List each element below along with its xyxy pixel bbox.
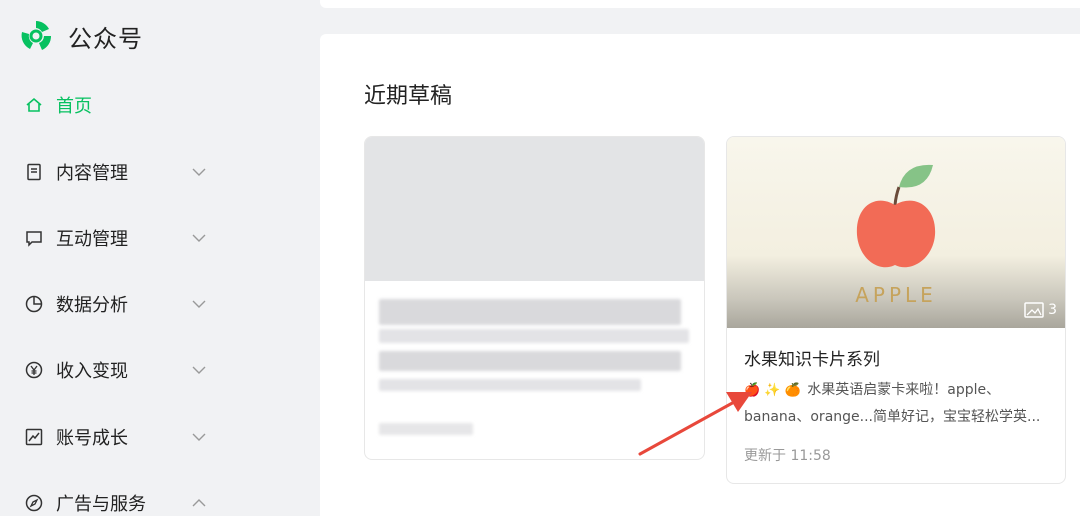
- wechat-oa-logo-icon: [21, 21, 52, 50]
- draft-title: 水果知识卡片系列: [744, 350, 880, 370]
- home-icon: [24, 95, 44, 115]
- nav-item-label: 内容管理: [56, 163, 128, 184]
- yen-icon: [24, 360, 44, 380]
- nav-item-label: 数据分析: [56, 295, 128, 316]
- nav-item-label: 收入变现: [56, 361, 128, 382]
- nav-item-interaction-management[interactable]: 互动管理: [0, 218, 320, 258]
- nav-item-label: 广告与服务: [56, 494, 146, 515]
- chevron-down-icon: [190, 428, 208, 446]
- nav-item-data-analysis[interactable]: 数据分析: [0, 284, 320, 324]
- apple-illustration-icon: [856, 164, 936, 268]
- fruit-emoji-icons: 🍎 ✨ 🍊: [744, 383, 801, 398]
- sidebar: 公众号 首页 内容管理 互动管理 数据分析 收入变现 账号成长 广告与服务: [0, 0, 320, 516]
- nav-item-content-management[interactable]: 内容管理: [0, 152, 320, 192]
- nav-item-label: 账号成长: [56, 428, 128, 449]
- image-count-badge: 3: [1024, 302, 1057, 318]
- message-icon: [24, 228, 44, 248]
- nav-item-label: 互动管理: [56, 229, 128, 250]
- chevron-down-icon: [190, 295, 208, 313]
- brand-name: 公众号: [68, 24, 143, 53]
- nav-item-home[interactable]: 首页: [0, 85, 320, 125]
- section-title-recent-drafts: 近期草稿: [364, 84, 453, 109]
- main-panel: 近期草稿 APPLE 3 水果知识卡片系列 🍎 ✨ 🍊 水果英语启蒙卡来啦！ap…: [320, 34, 1080, 516]
- top-panel: [320, 0, 1080, 8]
- nav-item-label: 首页: [56, 96, 92, 117]
- nav-item-account-growth[interactable]: 账号成长: [0, 417, 320, 457]
- chevron-down-icon: [190, 361, 208, 379]
- chevron-down-icon: [190, 163, 208, 181]
- draft-card-redacted[interactable]: [364, 136, 705, 460]
- draft-card-fruit[interactable]: APPLE 3 水果知识卡片系列 🍎 ✨ 🍊 水果英语启蒙卡来啦！apple、b…: [726, 136, 1066, 484]
- chevron-down-icon: [190, 229, 208, 247]
- image-icon: [1024, 302, 1044, 318]
- cover-word: APPLE: [855, 283, 937, 307]
- compass-icon: [24, 493, 44, 513]
- document-icon: [24, 162, 44, 182]
- pie-chart-icon: [24, 294, 44, 314]
- draft-cover-placeholder: [365, 137, 704, 281]
- draft-updated-time: 更新于 11:58: [744, 448, 831, 464]
- draft-cover-image: APPLE 3: [727, 137, 1065, 328]
- draft-description: 🍎 ✨ 🍊 水果英语启蒙卡来啦！apple、banana、orange...简单…: [744, 377, 1050, 430]
- nav-item-ads-services[interactable]: 广告与服务: [0, 483, 320, 516]
- image-count: 3: [1048, 302, 1057, 318]
- chevron-up-icon: [190, 494, 208, 512]
- nav-item-monetization[interactable]: 收入变现: [0, 350, 320, 390]
- brand[interactable]: 公众号: [18, 18, 143, 54]
- trend-icon: [24, 427, 44, 447]
